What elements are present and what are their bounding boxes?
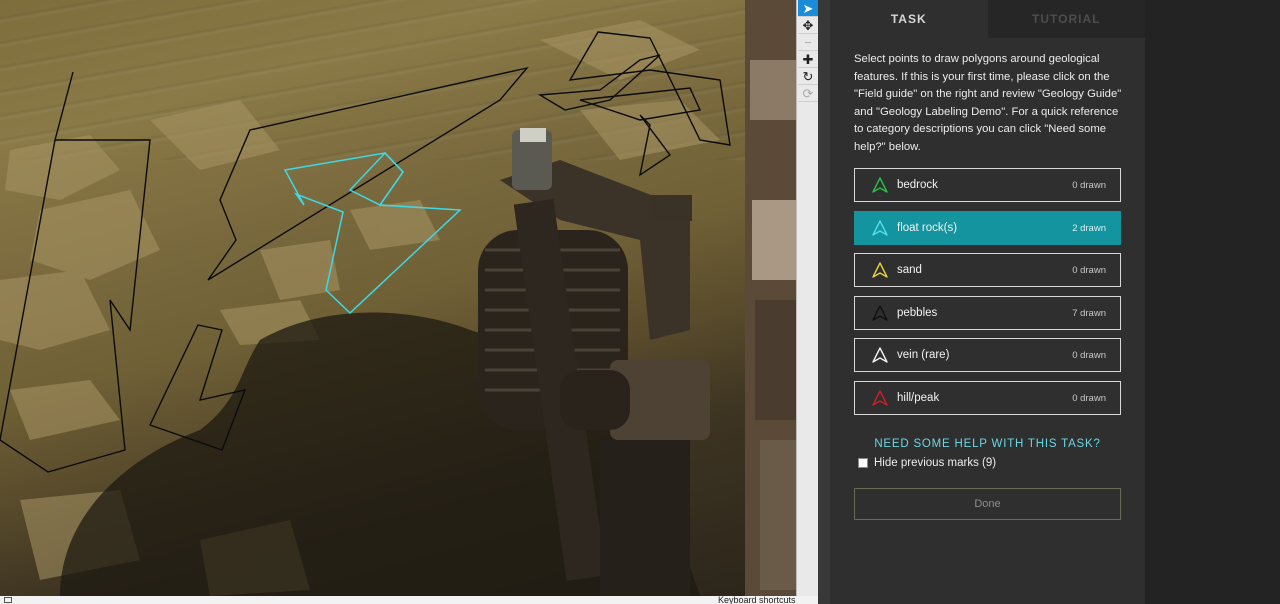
choice-label: hill/peak — [897, 392, 940, 404]
rover-scene-image[interactable] — [0, 0, 796, 596]
plus-icon: ✚ — [802, 51, 814, 67]
status-bar: Keyboard shortcuts — [0, 595, 818, 604]
triangle-tool-icon — [872, 177, 888, 193]
rover-deck — [745, 0, 796, 596]
choice-label: bedrock — [897, 179, 938, 191]
choice-count: 7 drawn — [1072, 307, 1106, 319]
reset-tool[interactable]: ⟳ — [798, 85, 818, 102]
hide-previous-marks-toggle[interactable]: Hide previous marks (9) — [858, 457, 996, 469]
triangle-tool-icon — [872, 305, 888, 321]
choice-float-rock-s[interactable]: float rock(s) 2 drawn — [854, 211, 1121, 245]
choice-bedrock[interactable]: bedrock 0 drawn — [854, 168, 1121, 202]
rover-image-viewer[interactable] — [0, 0, 796, 596]
pointer-icon: ➤ — [802, 0, 814, 16]
triangle-tool-icon — [872, 347, 888, 363]
choice-label: float rock(s) — [897, 222, 958, 234]
hide-marks-checkbox[interactable] — [858, 458, 868, 468]
move-tool[interactable]: ✥ — [798, 17, 818, 34]
outer-background — [1145, 0, 1280, 604]
zoom-in-tool[interactable]: ✚ — [798, 51, 818, 68]
help-link[interactable]: NEED SOME HELP WITH THIS TASK? — [854, 438, 1121, 450]
choice-count: 2 drawn — [1072, 222, 1106, 234]
image-toolbar: ➤ ✥ − ✚ ↻ ⟳ — [796, 0, 818, 604]
task-instructions: Select points to draw polygons around ge… — [854, 53, 1122, 153]
task-tabs: TASK TUTORIAL — [830, 0, 1145, 38]
hide-marks-label: Hide previous marks (9) — [874, 457, 997, 469]
tab-tutorial[interactable]: TUTORIAL — [987, 0, 1145, 38]
tab-task[interactable]: TASK — [830, 0, 988, 38]
triangle-tool-icon — [872, 220, 888, 236]
choice-vein-rare[interactable]: vein (rare) 0 drawn — [854, 338, 1121, 372]
choice-pebbles[interactable]: pebbles 7 drawn — [854, 296, 1121, 330]
move-icon: ✥ — [802, 17, 814, 33]
done-button[interactable]: Done — [854, 488, 1121, 520]
rotate-tool[interactable]: ↻ — [798, 68, 818, 85]
choice-count: 0 drawn — [1072, 392, 1106, 404]
pebble-polygon — [207, 66, 529, 281]
zoom-out-tool[interactable]: − — [798, 34, 818, 51]
rotate-icon: ↻ — [802, 68, 814, 84]
choice-label: sand — [897, 264, 922, 276]
triangle-tool-icon — [872, 390, 888, 406]
task-panel: TASK TUTORIAL Select points to draw poly… — [830, 0, 1145, 604]
choice-count: 0 drawn — [1072, 179, 1106, 191]
choice-hill-peak[interactable]: hill/peak 0 drawn — [854, 381, 1121, 415]
minus-icon: − — [804, 34, 812, 50]
grid-icon — [4, 597, 12, 603]
choice-count: 0 drawn — [1072, 349, 1106, 361]
choice-label: pebbles — [897, 307, 938, 319]
choice-count: 0 drawn — [1072, 264, 1106, 276]
choice-label: vein (rare) — [897, 349, 950, 361]
float-rock-polygon — [348, 151, 404, 206]
reset-icon: ⟳ — [802, 85, 814, 101]
keyboard-shortcuts-link[interactable]: Keyboard shortcuts — [718, 595, 796, 604]
select-tool[interactable]: ➤ — [798, 0, 818, 17]
triangle-tool-icon — [872, 262, 888, 278]
choice-sand[interactable]: sand 0 drawn — [854, 253, 1121, 287]
panel-gutter — [818, 0, 830, 604]
